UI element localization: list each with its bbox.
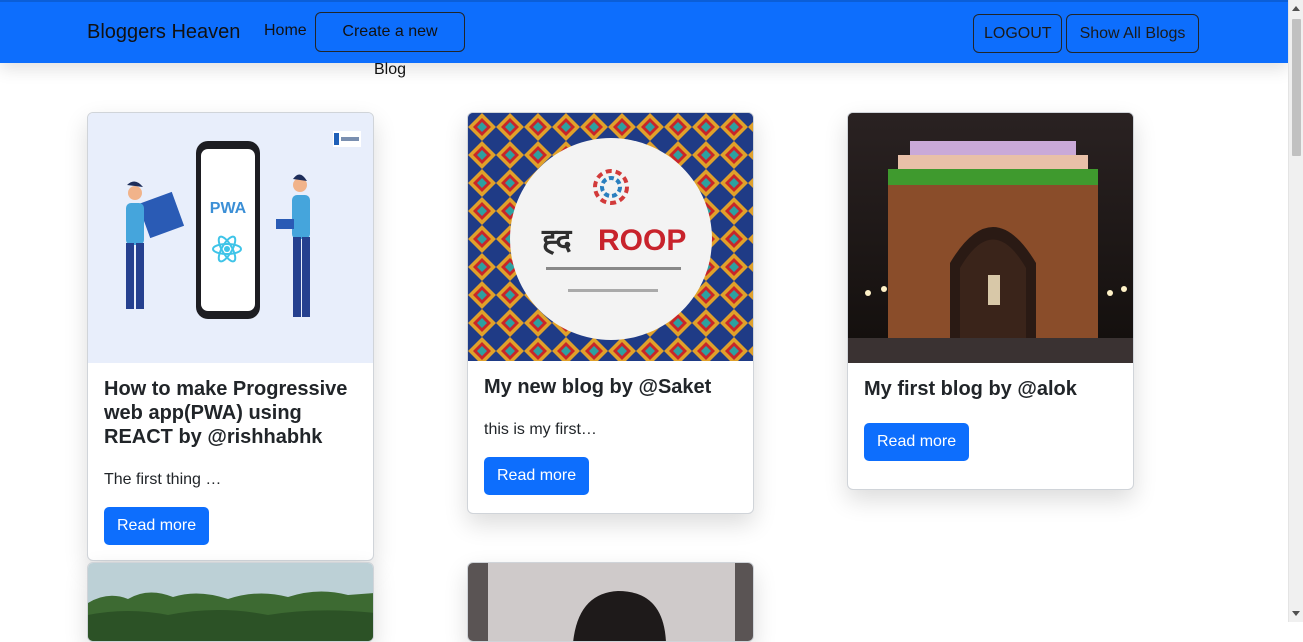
blog-card: PWA How to make Progressive web app(PWA)… (87, 112, 374, 561)
blog-card (467, 562, 754, 642)
read-more-button[interactable]: Read more (864, 423, 970, 461)
blog-card-image-roop: ह्‍द ROOP (468, 113, 753, 361)
blog-card-image-india-gate (848, 113, 1133, 363)
brand-link[interactable]: Bloggers Heaven (87, 21, 240, 44)
blog-card (87, 562, 374, 642)
blog-card-title: My new blog by @Saket (484, 376, 712, 398)
blog-card-excerpt: this is my first… (484, 421, 597, 438)
logout-button[interactable]: LOGOUT (973, 14, 1062, 53)
nav-home-link[interactable]: Home (264, 22, 307, 40)
blog-card: My first blog by @alok Read more (847, 112, 1134, 490)
create-blog-button[interactable]: Create a new Blog (315, 12, 465, 78)
blog-card-image-pwa: PWA (88, 113, 373, 363)
blog-card-excerpt: The first thing … (104, 471, 222, 488)
read-more-button[interactable]: Read more (104, 507, 210, 545)
scroll-thumb[interactable] (1292, 19, 1301, 156)
scroll-down-arrow-icon[interactable] (1292, 611, 1300, 616)
svg-text:ह्‍द: ह्‍द (541, 224, 573, 257)
pwa-image-text: PWA (210, 200, 247, 217)
page-scrollbar[interactable] (1288, 0, 1303, 622)
blog-card-image-partial (88, 563, 373, 641)
read-more-button[interactable]: Read more (484, 457, 590, 495)
blog-card-title: My first blog by @alok (864, 378, 1077, 400)
scroll-up-arrow-icon[interactable] (1292, 6, 1300, 11)
blog-card-image-partial (468, 563, 753, 641)
blog-card: ह्‍द ROOP My new blog by @Saket this is … (467, 112, 754, 514)
navbar: Bloggers Heaven Home Create a new Blog L… (0, 0, 1288, 78)
show-all-blogs-button[interactable]: Show All Blogs (1066, 14, 1199, 53)
roop-image-text: ROOP (598, 224, 686, 257)
blog-card-title: How to make Progressive web app(PWA) usi… (104, 378, 348, 448)
